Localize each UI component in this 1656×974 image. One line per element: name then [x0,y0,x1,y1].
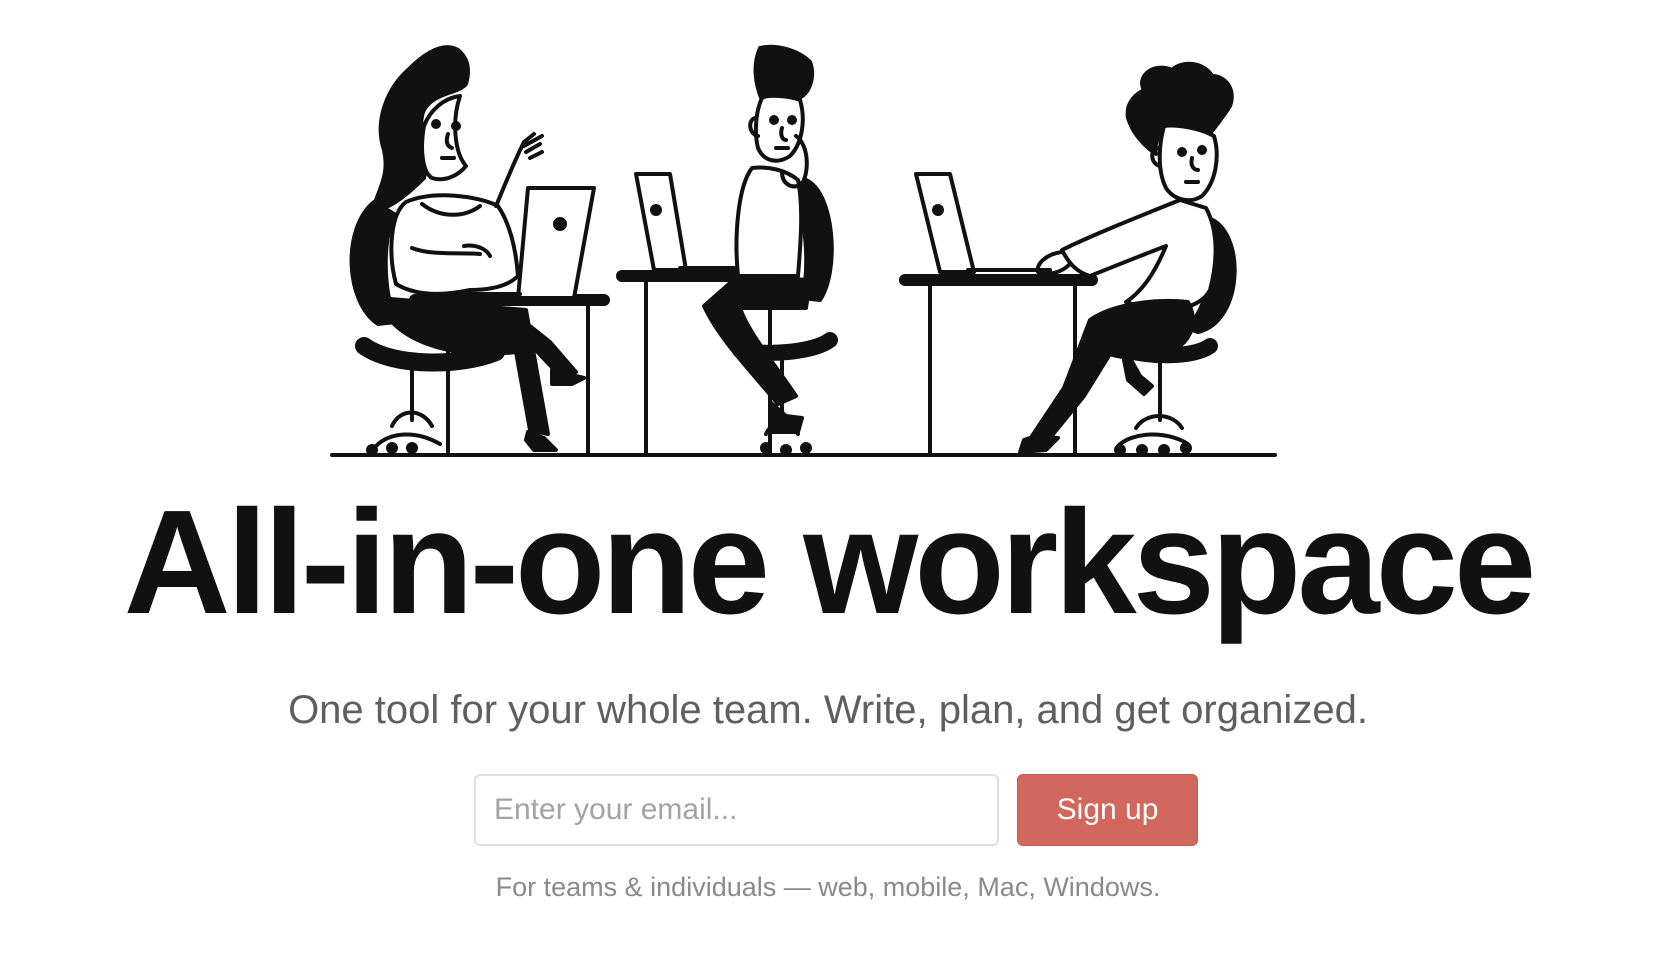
hero-subheadline: One tool for your whole team. Write, pla… [288,688,1368,732]
hero-headline: All-in-one workspace [123,480,1537,645]
email-input[interactable] [474,774,1000,846]
people-working-illustration [330,44,1277,457]
platform-availability-note: For teams & individuals — web, mobile, M… [495,872,1161,902]
signup-form: Sign up [474,774,1198,846]
signup-button[interactable]: Sign up [1017,774,1198,846]
